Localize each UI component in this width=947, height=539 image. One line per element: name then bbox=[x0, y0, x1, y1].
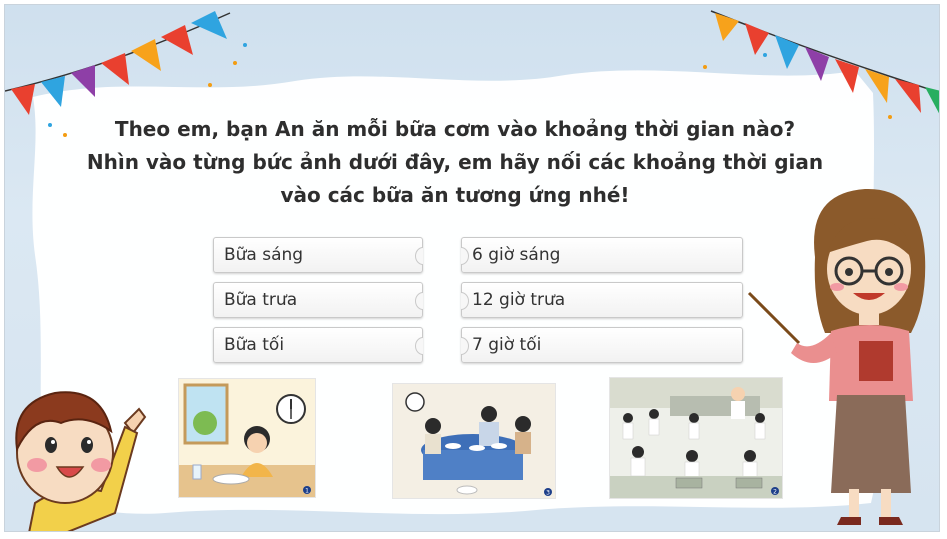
question-text: Theo em, bạn An ăn mỗi bữa cơm vào khoản… bbox=[85, 113, 825, 212]
question-line-3: vào các bữa ăn tương ứng nhé! bbox=[280, 183, 630, 207]
picture-number: 1 bbox=[305, 488, 309, 495]
time-label: 6 giờ sáng bbox=[472, 245, 561, 265]
meal-piece-dinner[interactable]: Bữa tối bbox=[213, 327, 423, 363]
time-label: 12 giờ trưa bbox=[472, 290, 566, 310]
time-piece-7pm[interactable]: 7 giờ tối bbox=[461, 327, 743, 363]
meal-label: Bữa trưa bbox=[224, 290, 298, 310]
meal-piece-lunch[interactable]: Bữa trưa bbox=[213, 282, 423, 318]
question-line-2: Nhìn vào từng bức ảnh dưới đây, em hãy n… bbox=[86, 150, 824, 174]
boy-illustration bbox=[15, 391, 147, 531]
picture-number: 3 bbox=[546, 490, 550, 497]
family-dinner-picture: 3 bbox=[393, 384, 555, 498]
time-label: 7 giờ tối bbox=[472, 335, 542, 355]
teacher-illustration bbox=[747, 188, 926, 525]
time-piece-12pm[interactable]: 12 giờ trưa bbox=[461, 282, 743, 318]
meal-piece-breakfast[interactable]: Bữa sáng bbox=[213, 237, 423, 273]
breakfast-picture: 1 bbox=[179, 379, 315, 497]
clock-icon bbox=[405, 392, 425, 412]
meal-label: Bữa sáng bbox=[224, 245, 304, 265]
time-piece-6am[interactable]: 6 giờ sáng bbox=[461, 237, 743, 273]
slide-canvas: Theo em, bạn An ăn mỗi bữa cơm vào khoản… bbox=[4, 4, 940, 532]
meal-label: Bữa tối bbox=[224, 335, 285, 355]
question-line-1: Theo em, bạn An ăn mỗi bữa cơm vào khoản… bbox=[114, 117, 796, 141]
